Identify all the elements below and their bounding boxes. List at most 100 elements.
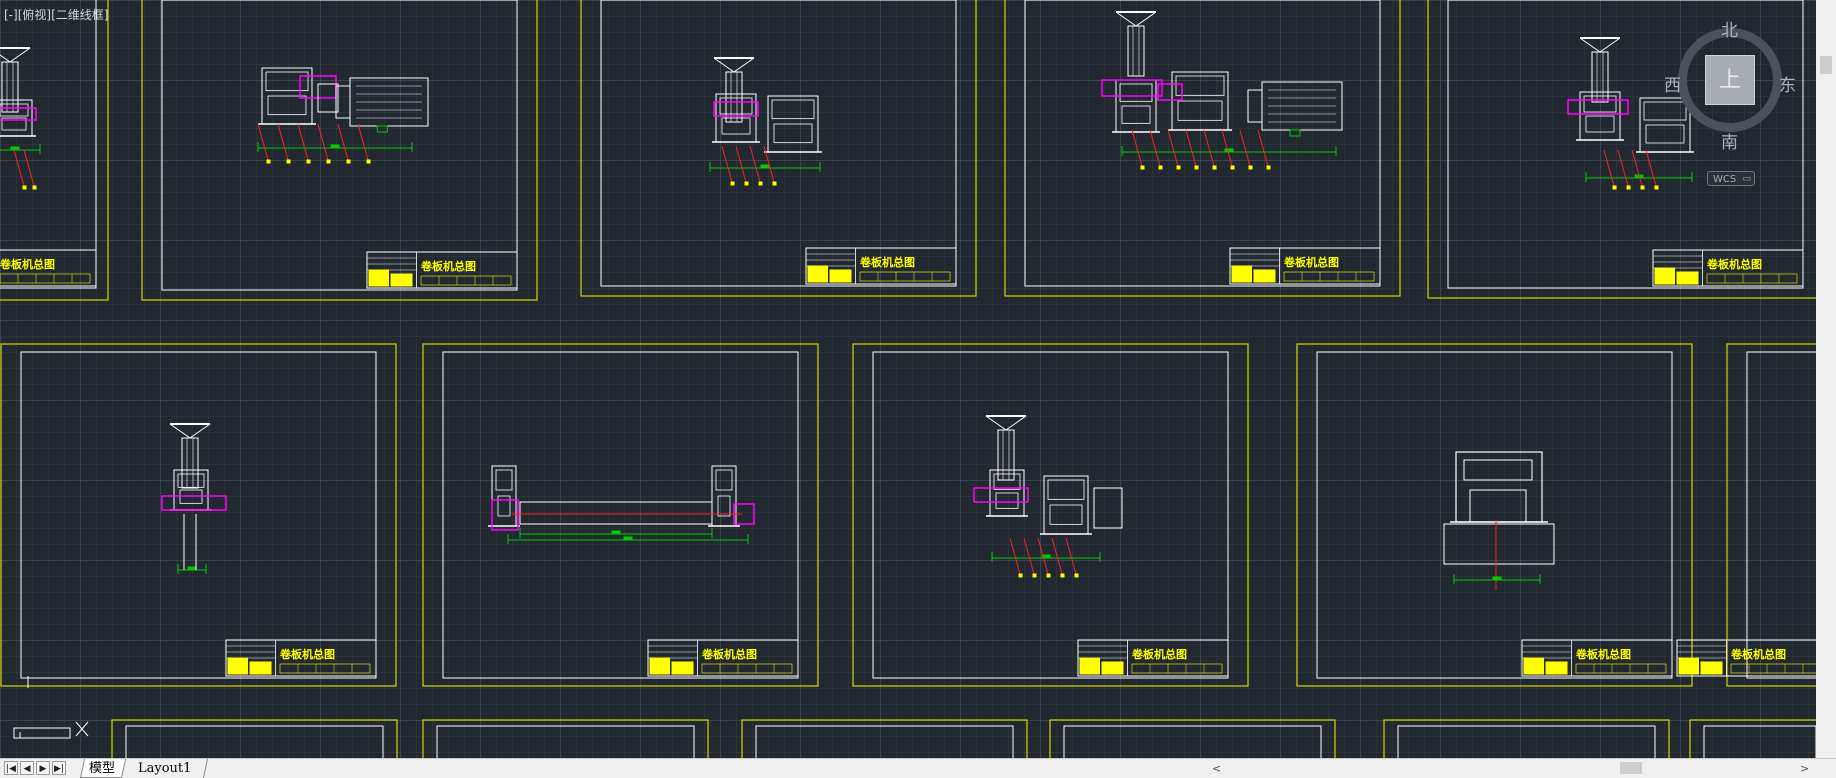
sheet-frame-inner[interactable] <box>20 351 377 679</box>
title-block-field[interactable] <box>279 663 371 674</box>
tab-model[interactable]: 模型 <box>79 759 127 778</box>
sheet-title[interactable]: 卷板机总图 <box>701 647 757 661</box>
sheet-title[interactable]: 卷板机总图 <box>420 259 476 273</box>
vertical-scroll-thumb[interactable] <box>1820 56 1832 74</box>
balloon-number[interactable] <box>1194 165 1199 170</box>
dimension-text[interactable] <box>330 144 340 149</box>
screw-column[interactable] <box>1591 51 1609 103</box>
balloon-number[interactable] <box>1612 185 1617 190</box>
leader-line[interactable] <box>297 123 309 161</box>
handwheel-spoke[interactable] <box>1135 11 1157 27</box>
title-block-stamp[interactable] <box>829 269 852 283</box>
balloon-number[interactable] <box>1140 165 1145 170</box>
screw-column[interactable] <box>1127 25 1145 77</box>
sheet-title[interactable]: 卷板机总图 <box>0 257 55 271</box>
horizontal-scrollbar[interactable]: < > <box>1200 759 1816 778</box>
title-block-stamp[interactable] <box>671 661 694 675</box>
housing-detail[interactable] <box>265 71 309 92</box>
handwheel-spoke[interactable] <box>985 415 1007 431</box>
sheet-frame-inner[interactable] <box>1397 725 1656 758</box>
title-block-stamp[interactable] <box>1700 661 1723 675</box>
title-block-stamp[interactable] <box>390 273 413 287</box>
sheet-frame-outer[interactable] <box>580 0 977 297</box>
title-block-stamp[interactable] <box>1523 657 1544 675</box>
leader-line[interactable] <box>1221 129 1233 167</box>
view-direction-menu[interactable]: [俯视] <box>18 8 51 22</box>
roller-shaft[interactable] <box>519 501 713 525</box>
sheet-frame-inner[interactable] <box>1746 351 1816 679</box>
housing-detail[interactable] <box>771 99 815 120</box>
balloon-number[interactable] <box>32 185 37 190</box>
screw-column[interactable] <box>725 71 743 123</box>
balloon-number[interactable] <box>1266 165 1271 170</box>
housing-detail[interactable] <box>495 469 513 491</box>
compass-north[interactable]: 北 <box>1721 16 1738 41</box>
handwheel-spoke[interactable] <box>713 57 735 73</box>
balloon-number[interactable] <box>22 185 27 190</box>
sheet-title[interactable]: 卷板机总图 <box>859 255 915 269</box>
title-block-field[interactable] <box>701 663 793 674</box>
balloon-number[interactable] <box>1654 185 1659 190</box>
leader-line[interactable] <box>13 149 25 187</box>
leader-line[interactable] <box>1065 537 1077 575</box>
balloon-number[interactable] <box>1212 165 1217 170</box>
housing-detail[interactable] <box>1585 115 1615 133</box>
leader-line[interactable] <box>735 145 747 183</box>
title-block-stamp[interactable] <box>1231 265 1252 283</box>
housing-detail[interactable] <box>1119 83 1153 102</box>
balloon-number[interactable] <box>1074 573 1079 578</box>
screw-column[interactable] <box>1 61 19 113</box>
housing-detail[interactable] <box>1177 100 1223 121</box>
compass-west[interactable]: 西 <box>1664 71 1681 96</box>
housing-detail[interactable] <box>267 95 307 116</box>
leader-line[interactable] <box>257 123 269 161</box>
handwheel-spoke[interactable] <box>9 47 31 63</box>
leader-line[interactable] <box>1645 149 1657 187</box>
balloon-number[interactable] <box>1640 185 1645 190</box>
leader-line[interactable] <box>1603 149 1615 187</box>
handwheel-spoke[interactable] <box>733 57 755 73</box>
handwheel-spoke[interactable] <box>1115 11 1137 27</box>
title-block-stamp[interactable] <box>1678 657 1699 675</box>
handwheel-spoke[interactable] <box>0 48 11 63</box>
housing-detail[interactable] <box>995 492 1019 509</box>
handwheel-spoke[interactable] <box>169 423 191 439</box>
balloon-number[interactable] <box>730 181 735 186</box>
dimension-text[interactable] <box>1224 148 1234 153</box>
title-block-field[interactable] <box>420 275 512 286</box>
sheet-frame-inner[interactable] <box>1703 725 1816 758</box>
leader-line[interactable] <box>1167 129 1179 167</box>
balloon-number[interactable] <box>1018 573 1023 578</box>
title-block-field[interactable] <box>1575 663 1667 674</box>
gearbox-core[interactable] <box>1469 489 1527 523</box>
title-block-stamp[interactable] <box>368 269 389 287</box>
wcs-menu[interactable]: WCS ▭ <box>1707 171 1755 186</box>
sheet-frame-inner[interactable] <box>125 725 384 758</box>
sheet-frame-inner[interactable] <box>872 351 1229 679</box>
leader-line[interactable] <box>1009 537 1021 575</box>
title-block-stamp[interactable] <box>649 657 670 675</box>
title-block-field[interactable] <box>1706 273 1798 284</box>
housing-detail[interactable] <box>0 103 29 117</box>
sheet-frame-inner[interactable] <box>442 351 799 679</box>
sheet-title[interactable]: 卷板机总图 <box>1283 255 1339 269</box>
sheet-title[interactable]: 卷板机总图 <box>279 647 335 661</box>
balloon-number[interactable] <box>1626 185 1631 190</box>
dimension-text[interactable] <box>623 536 633 541</box>
drawing-sheets[interactable]: 卷板机总图 卷板机总图 卷板机总图 卷板机总图 卷板机总图卷板机总图 卷板机总图 卷板机总图… <box>0 0 1816 758</box>
balloon-number[interactable] <box>1032 573 1037 578</box>
housing-detail[interactable] <box>1121 105 1151 124</box>
title-block-stamp[interactable] <box>1676 271 1699 285</box>
sheet-frame-outer[interactable] <box>0 343 397 687</box>
sheet-frame-outer[interactable] <box>1004 0 1401 297</box>
dimension-text[interactable] <box>10 146 20 151</box>
leader-line[interactable] <box>317 123 329 161</box>
viewcube[interactable]: 上 北 南 西 东 <box>1664 16 1796 153</box>
title-block-stamp[interactable] <box>1101 661 1124 675</box>
title-block-field[interactable] <box>0 273 91 284</box>
balloon-number[interactable] <box>1248 165 1253 170</box>
title-block-stamp[interactable] <box>807 265 828 283</box>
motor-foot[interactable] <box>1289 129 1301 137</box>
balloon-number[interactable] <box>772 181 777 186</box>
ucs-box[interactable] <box>13 727 71 739</box>
